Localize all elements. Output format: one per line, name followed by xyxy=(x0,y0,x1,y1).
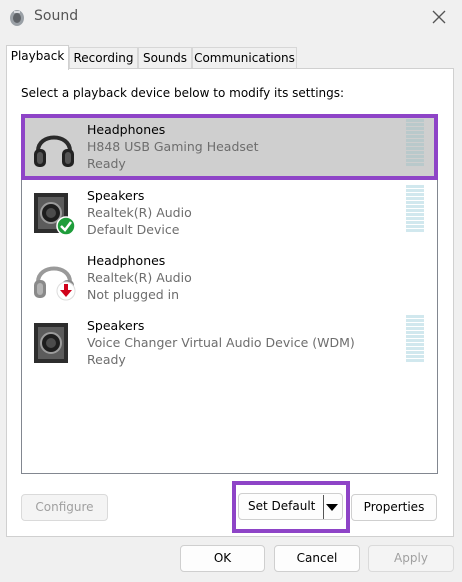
device-name: Headphones xyxy=(87,122,166,137)
speaker-icon xyxy=(34,323,68,363)
tab-sounds[interactable]: Sounds xyxy=(138,47,192,69)
apply-button[interactable]: Apply xyxy=(368,545,454,572)
device-status: Default Device xyxy=(87,222,180,237)
device-status: Ready xyxy=(87,156,126,171)
tab-recording[interactable]: Recording xyxy=(69,47,138,69)
ok-button[interactable]: OK xyxy=(180,545,265,572)
list-item[interactable]: Speakers Realtek(R) Audio Default Device xyxy=(22,181,437,245)
device-list[interactable]: Headphones H848 USB Gaming Headset Ready… xyxy=(21,114,438,474)
list-item[interactable]: Headphones Realtek(R) Audio Not plugged … xyxy=(22,246,437,310)
playback-panel: Select a playback device below to modify… xyxy=(6,68,454,537)
volume-meter xyxy=(406,185,424,237)
headphones-icon xyxy=(34,266,76,301)
speaker-settings-icon xyxy=(10,10,24,26)
device-status: Not plugged in xyxy=(87,287,180,302)
properties-button[interactable]: Properties xyxy=(351,494,437,521)
device-name: Speakers xyxy=(87,188,145,203)
cancel-button[interactable]: Cancel xyxy=(274,545,360,572)
tab-playback[interactable]: Playback xyxy=(6,45,69,70)
split-divider xyxy=(323,495,324,519)
instructions-text: Select a playback device below to modify… xyxy=(21,86,345,100)
chevron-down-icon[interactable] xyxy=(326,502,338,512)
device-name: Speakers xyxy=(87,318,145,333)
list-item[interactable]: Headphones H848 USB Gaming Headset Ready xyxy=(21,114,438,180)
volume-meter xyxy=(406,315,424,367)
close-icon[interactable] xyxy=(430,8,448,26)
window-title: Sound xyxy=(34,8,79,24)
list-item[interactable]: Speakers Voice Changer Virtual Audio Dev… xyxy=(22,311,437,375)
configure-button[interactable]: Configure xyxy=(21,494,108,521)
device-description: H848 USB Gaming Headset xyxy=(87,139,259,154)
title-bar: Sound xyxy=(0,0,462,36)
device-description: Voice Changer Virtual Audio Device (WDM) xyxy=(87,335,355,350)
device-status: Ready xyxy=(87,352,126,367)
device-description: Realtek(R) Audio xyxy=(87,205,192,220)
volume-meter xyxy=(406,119,424,171)
headphones-icon xyxy=(34,135,74,167)
device-name: Headphones xyxy=(87,253,166,268)
tab-communications[interactable]: Communications xyxy=(192,47,297,69)
device-description: Realtek(R) Audio xyxy=(87,270,192,285)
speaker-icon xyxy=(34,193,76,236)
